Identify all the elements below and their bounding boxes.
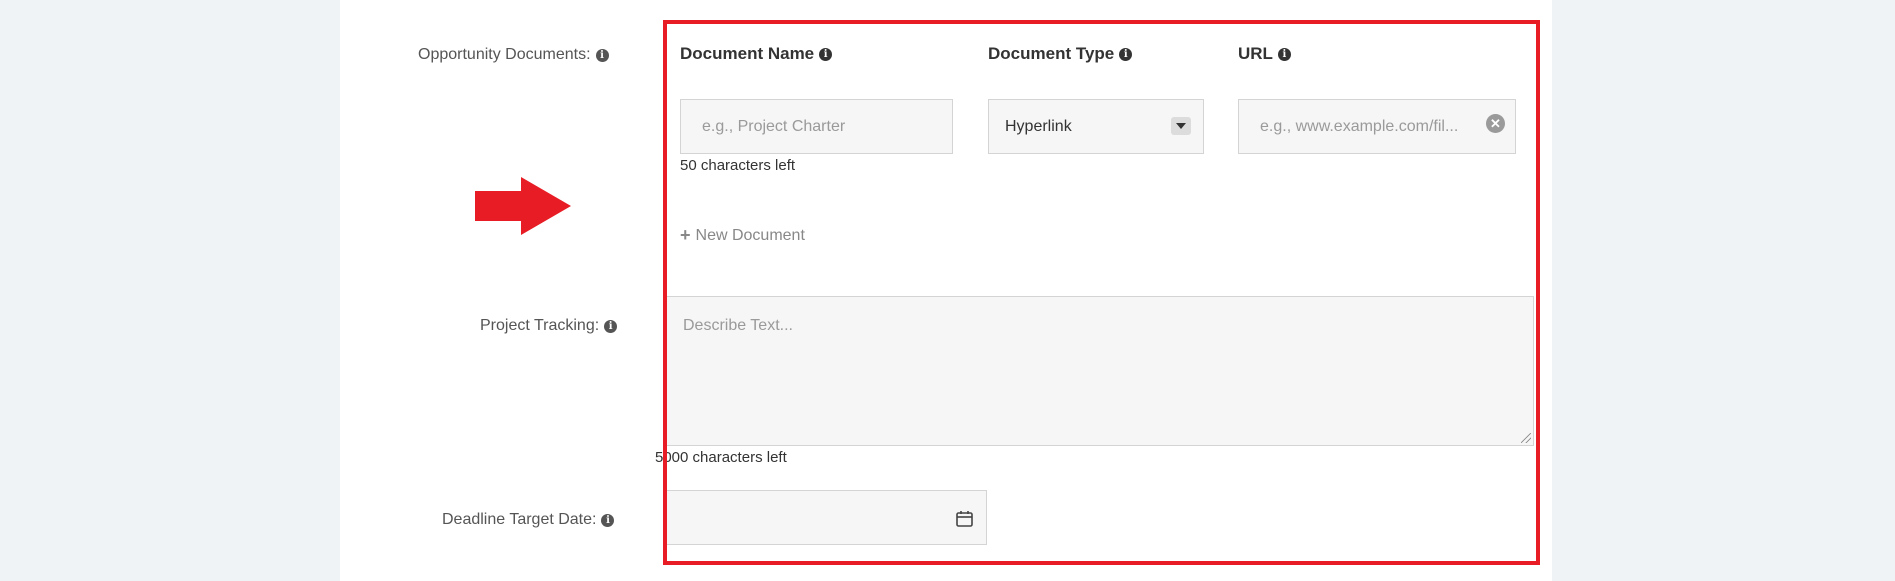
deadline-target-date-label: Deadline Target Date: i: [442, 511, 615, 529]
info-icon[interactable]: i: [601, 513, 615, 527]
highlight-frame: [663, 20, 1540, 565]
info-icon[interactable]: i: [595, 48, 609, 62]
project-tracking-label: Project Tracking: i: [480, 317, 618, 335]
info-icon[interactable]: i: [604, 319, 618, 333]
opportunity-documents-label: Opportunity Documents: i: [418, 46, 609, 64]
right-arrow-annotation: [475, 177, 571, 235]
